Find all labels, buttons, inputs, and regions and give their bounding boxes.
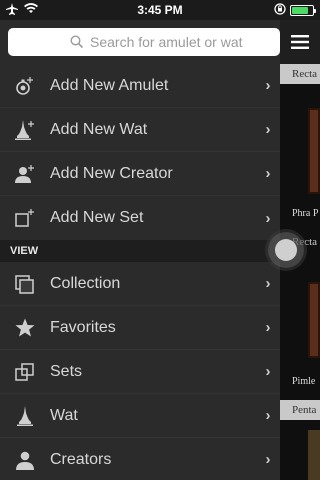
menu-toggle-button[interactable] xyxy=(280,20,320,64)
menu-item-creators[interactable]: Creators › xyxy=(0,438,280,480)
collection-icon xyxy=(0,273,50,295)
content-section-header: Recta xyxy=(280,64,320,84)
creator-icon xyxy=(0,449,50,471)
menu-item-label: Add New Set xyxy=(50,209,144,226)
menu-item-add-new-creator[interactable]: Add New Creator › xyxy=(0,152,280,196)
menu-item-label: Favorites xyxy=(50,318,116,336)
battery-level xyxy=(292,6,308,14)
menu-item-add-new-amulet[interactable]: Add New Amulet › xyxy=(0,64,280,108)
chevron-right-icon: › xyxy=(265,407,271,424)
chevron-right-icon: › xyxy=(265,121,271,138)
search-placeholder: Search for amulet or wat xyxy=(90,34,243,50)
chevron-right-icon: › xyxy=(265,275,271,292)
chevron-right-icon: › xyxy=(265,363,271,380)
content-section-header: Penta xyxy=(280,400,320,420)
amulet-thumbnail[interactable] xyxy=(308,282,320,358)
menu-item-add-new-wat[interactable]: Add New Wat › xyxy=(0,108,280,152)
sets-icon xyxy=(0,361,50,383)
wat-icon xyxy=(0,405,50,427)
content-image xyxy=(308,430,320,480)
amulet-thumbnail[interactable] xyxy=(308,108,320,194)
set-add-icon xyxy=(0,207,50,229)
menu-item-wat[interactable]: Wat › xyxy=(0,394,280,438)
status-bar: 3:45 PM xyxy=(0,0,320,20)
menu-item-add-new-set[interactable]: Add New Set › xyxy=(0,196,280,240)
menu-item-favorites[interactable]: Favorites › xyxy=(0,306,280,350)
menu-item-label: Wat xyxy=(50,406,78,424)
menu-item-label: Creators xyxy=(50,450,112,468)
wat-add-icon xyxy=(0,119,50,141)
amulet-add-icon xyxy=(0,75,50,97)
star-icon xyxy=(0,317,50,339)
chevron-right-icon: › xyxy=(265,451,271,468)
menu-item-collection[interactable]: Collection › xyxy=(0,262,280,306)
menu-item-label: Add New Amulet xyxy=(50,76,169,94)
search-icon xyxy=(70,35,84,49)
status-time: 3:45 PM xyxy=(137,3,183,17)
amulet-caption: Phra P xyxy=(292,208,319,219)
chevron-right-icon: › xyxy=(265,319,271,336)
assistive-touch-button[interactable] xyxy=(268,232,304,268)
chevron-right-icon: › xyxy=(265,209,271,227)
chevron-right-icon: › xyxy=(265,77,271,94)
section-header-view: VIEW xyxy=(0,240,280,262)
side-menu: Search for amulet or wat Add New Amulet … xyxy=(0,20,280,480)
menu-item-label: Collection xyxy=(50,274,121,292)
battery-icon xyxy=(290,4,316,16)
menu-item-label: Sets xyxy=(50,362,83,380)
menu-item-label: Add New Creator xyxy=(50,164,173,182)
creator-add-icon xyxy=(0,163,50,185)
menu-item-sets[interactable]: Sets › xyxy=(0,350,280,394)
hamburger-icon xyxy=(291,35,309,49)
chevron-right-icon: › xyxy=(265,165,271,182)
search-input[interactable]: Search for amulet or wat xyxy=(8,28,280,56)
amulet-caption: Pimle xyxy=(292,376,316,387)
menu-item-label: Add New Wat xyxy=(50,120,148,138)
